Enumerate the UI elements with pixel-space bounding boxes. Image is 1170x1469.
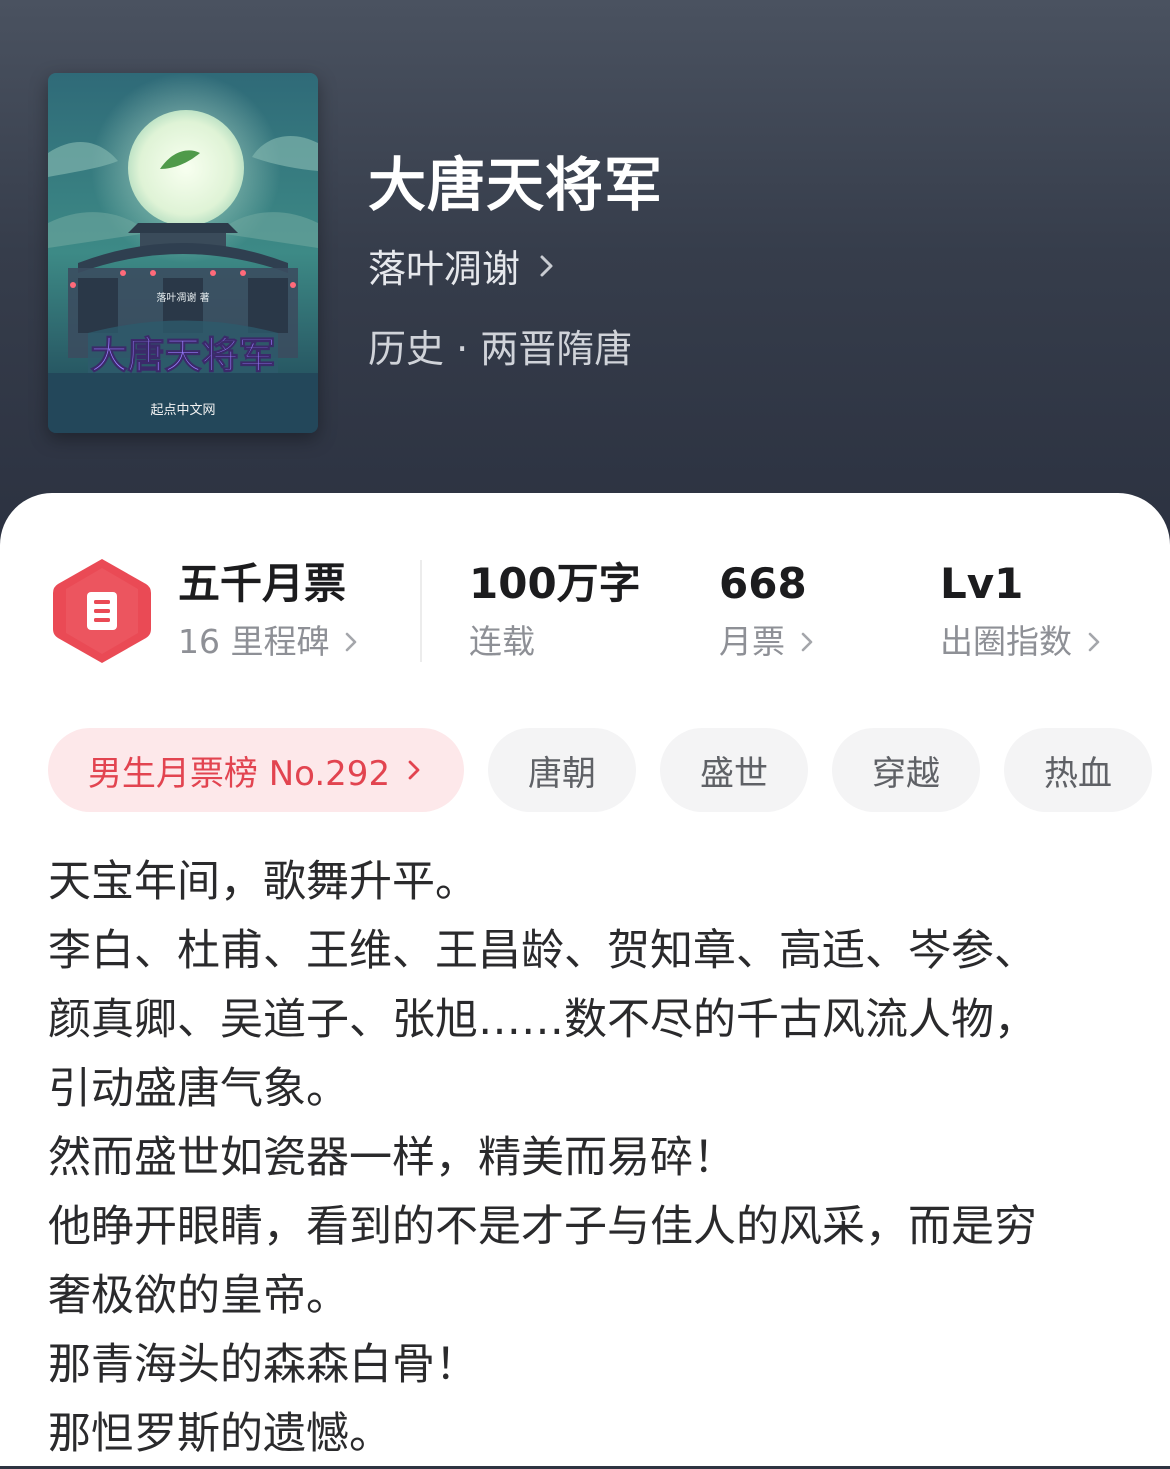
influence-level: Lv1 (940, 559, 1024, 608)
tag-row: 男生月票榜 No.292 唐朝 盛世 穿越 热血 (48, 728, 1152, 812)
rank-label: 男生月票榜 No.292 (87, 753, 391, 794)
rank-tag[interactable]: 男生月票榜 No.292 (48, 728, 464, 812)
tag-item[interactable]: 穿越 (832, 728, 980, 812)
cover-art: 落叶凋谢 著 大唐天将军 起点中文网 (48, 73, 318, 433)
chevron-right-icon (346, 632, 357, 652)
monthly-votes-label: 月票 (719, 622, 785, 661)
stats-divider (420, 560, 422, 662)
chevron-right-icon (540, 255, 553, 276)
chevron-right-icon (408, 760, 420, 780)
ticket-badge-icon (53, 559, 151, 663)
description-line: 那怛罗斯的遗憾。 (48, 1409, 392, 1459)
book-cover[interactable]: 落叶凋谢 著 大唐天将军 起点中文网 (48, 73, 318, 433)
tag-item[interactable]: 盛世 (660, 728, 808, 812)
serial-status: 连载 (469, 622, 535, 661)
description-line: 然而盛世如瓷器一样，精美而易碎！ (48, 1133, 736, 1183)
cover-title: 大唐天将军 (91, 334, 276, 377)
book-title: 大唐天将军 (368, 151, 664, 219)
book-description: 天宝年间，歌舞升平。 李白、杜甫、王维、王昌龄、贺知章、高适、岑参、 颜真卿、吴… (48, 848, 1128, 1469)
milestone-stat[interactable]: 五千月票 16 里程碑 (178, 558, 361, 664)
monthly-votes-value: 668 (719, 559, 807, 608)
description-line: 天宝年间，歌舞升平。 (48, 857, 478, 907)
chevron-right-icon (801, 632, 813, 652)
description-line: 那青海头的森森白骨！ (48, 1340, 478, 1390)
author-link[interactable]: 落叶凋谢 (368, 238, 560, 293)
milestone-label: 五千月票 (178, 559, 347, 608)
tag-item[interactable]: 热血 (1004, 728, 1152, 812)
cover-publisher: 起点中文网 (150, 403, 215, 418)
description-line: 颜真卿、吴道子、张旭……数不尽的千古风流人物， (48, 995, 1037, 1045)
description-line: 他睁开眼睛，看到的不是才子与佳人的风采，而是穷 (48, 1202, 1037, 1252)
influence-stat[interactable]: Lv1 出圈指数 (940, 558, 1104, 664)
monthly-votes-stat[interactable]: 668 月票 (719, 558, 817, 664)
cover-author-line: 落叶凋谢 著 (156, 291, 209, 304)
word-count-value: 100万字 (469, 559, 641, 608)
author-name: 落叶凋谢 (368, 247, 521, 291)
milestone-count: 16 里程碑 (178, 622, 330, 661)
chevron-right-icon (1088, 632, 1100, 652)
tag-item[interactable]: 唐朝 (488, 728, 636, 812)
influence-label: 出圈指数 (940, 622, 1072, 661)
description-line: 李白、杜甫、王维、王昌龄、贺知章、高适、岑参、 (48, 926, 1037, 976)
description-line: 引动盛唐气象。 (48, 1064, 349, 1114)
book-genre: 历史 · 两晋隋唐 (368, 327, 633, 371)
word-count-stat: 100万字 连载 (469, 558, 641, 664)
description-line: 奢极欲的皇帝。 (48, 1271, 349, 1321)
